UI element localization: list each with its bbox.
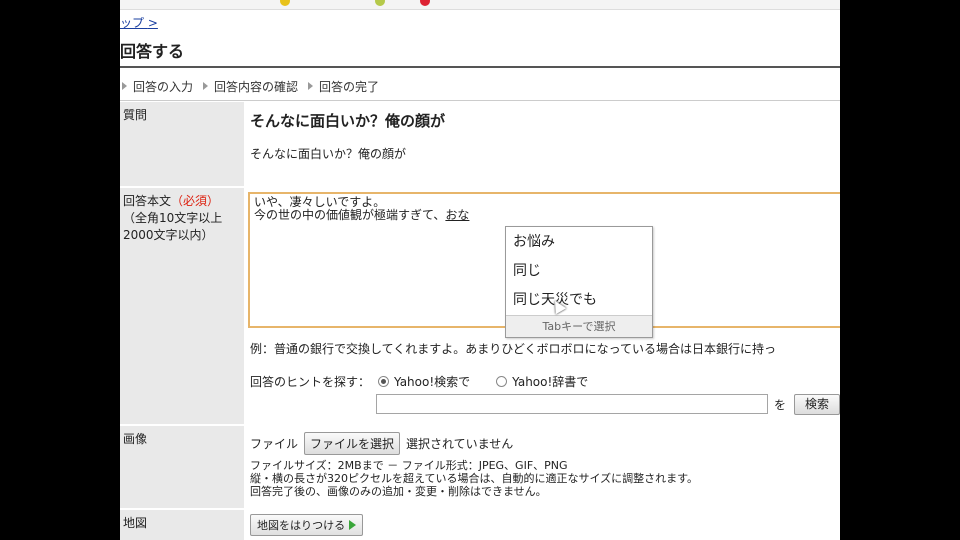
answer-constraint-2: 2000文字以内） bbox=[123, 228, 214, 242]
image-note: 縦・横の長さが320ピクセルを超えている場合は、自動的に適正なサイズに調整されま… bbox=[250, 472, 699, 485]
progress-steps: 回答の入力 回答内容の確認 回答の完了 bbox=[120, 74, 840, 98]
image-label-cell: 画像 bbox=[120, 426, 244, 508]
title-divider bbox=[120, 66, 840, 68]
browser-viewport: ップ > 回答する 回答の入力 回答内容の確認 回答の完了 質問 そんなに面白い… bbox=[120, 0, 840, 540]
attach-map-button[interactable]: 地図をはりつける bbox=[250, 514, 364, 536]
question-body: そんなに面白いか？俺の顔が bbox=[250, 147, 407, 161]
ime-candidate[interactable]: 同じ天災でも bbox=[506, 285, 652, 314]
ime-tab-hint: Tabキーで選択 bbox=[506, 315, 652, 337]
breadcrumb-link[interactable]: ップ bbox=[120, 16, 144, 30]
question-label-cell: 質問 bbox=[120, 102, 244, 186]
answer-label-cell: 回答本文（必須） （全角10文字以上 2000文字以内） bbox=[120, 188, 244, 424]
steps-divider bbox=[120, 100, 840, 101]
radio-yahoo-dictionary[interactable] bbox=[496, 376, 508, 387]
map-label-cell: 地図 bbox=[120, 510, 244, 540]
step-label: 回答内容の確認 bbox=[214, 79, 299, 94]
ime-suggestion-popup: お悩み 同じ 同じ天災でも Tabキーで選択 bbox=[505, 226, 653, 338]
page-title: 回答する bbox=[120, 42, 185, 61]
file-label: ファイル bbox=[250, 437, 299, 451]
toolbar-star-icon bbox=[375, 0, 385, 6]
radio-yahoo-dictionary-label[interactable]: Yahoo!辞書で bbox=[512, 373, 588, 390]
toolbar-heart-icon bbox=[420, 0, 430, 6]
toolbar-coin-icon bbox=[280, 0, 290, 6]
required-marker: （必須） bbox=[171, 194, 220, 208]
step-arrow-icon bbox=[203, 82, 209, 90]
answer-label: 回答本文 bbox=[123, 194, 172, 208]
step-label: 回答の入力 bbox=[133, 79, 194, 94]
image-note: 回答完了後の、画像のみの追加・変更・削除はできません。 bbox=[250, 485, 547, 498]
ime-candidate[interactable]: お悩み bbox=[506, 227, 652, 256]
breadcrumb[interactable]: ップ > bbox=[120, 14, 158, 31]
top-toolbar-strip bbox=[120, 0, 840, 10]
image-notes: ファイルサイズ：2MBまで － ファイル形式：JPEG、GIF、PNG 縦・横の… bbox=[250, 459, 698, 498]
hint-search-input[interactable] bbox=[376, 394, 768, 414]
hint-label: 回答のヒントを探す： bbox=[250, 375, 371, 389]
step-arrow-icon bbox=[308, 82, 314, 90]
file-status: 選択されていません bbox=[406, 437, 514, 451]
radio-yahoo-search[interactable] bbox=[378, 376, 390, 387]
image-label: 画像 bbox=[123, 432, 148, 446]
hint-particle: を bbox=[774, 398, 787, 412]
step-arrow-icon bbox=[122, 82, 127, 90]
map-label: 地図 bbox=[123, 516, 148, 530]
breadcrumb-separator: > bbox=[147, 16, 158, 30]
step-label: 回答の完了 bbox=[319, 79, 380, 94]
answer-line-2: 今の世の中の価値観が極端すぎて、 bbox=[254, 208, 446, 222]
question-title: そんなに面白いか？俺の顔が bbox=[250, 112, 446, 130]
radio-yahoo-search-label[interactable]: Yahoo!検索で bbox=[394, 373, 470, 390]
play-arrow-icon bbox=[349, 520, 357, 530]
hint-row: 回答のヒントを探す： Yahoo!検索で Yahoo!辞書で bbox=[250, 373, 588, 390]
file-upload-row: ファイル ファイルを選択 選択されていません bbox=[250, 432, 513, 455]
ime-composing-text: おな bbox=[445, 208, 470, 222]
answer-example: 例：普通の銀行で交換してくれますよ。あまりひどくボロボロになっている場合は日本銀… bbox=[250, 342, 776, 356]
ime-candidate[interactable]: 同じ bbox=[506, 256, 652, 285]
question-label: 質問 bbox=[123, 108, 148, 122]
image-note: ファイルサイズ：2MBまで － ファイル形式：JPEG、GIF、PNG bbox=[250, 459, 568, 472]
step-confirm: 回答内容の確認 bbox=[201, 78, 298, 95]
choose-file-button[interactable]: ファイルを選択 bbox=[304, 432, 401, 455]
answer-constraint-1: （全角10文字以上 bbox=[123, 211, 223, 225]
search-button[interactable]: 検索 bbox=[794, 394, 840, 415]
attach-map-label: 地図をはりつける bbox=[257, 519, 346, 532]
step-input: 回答の入力 bbox=[120, 78, 193, 95]
step-complete: 回答の完了 bbox=[306, 78, 379, 95]
